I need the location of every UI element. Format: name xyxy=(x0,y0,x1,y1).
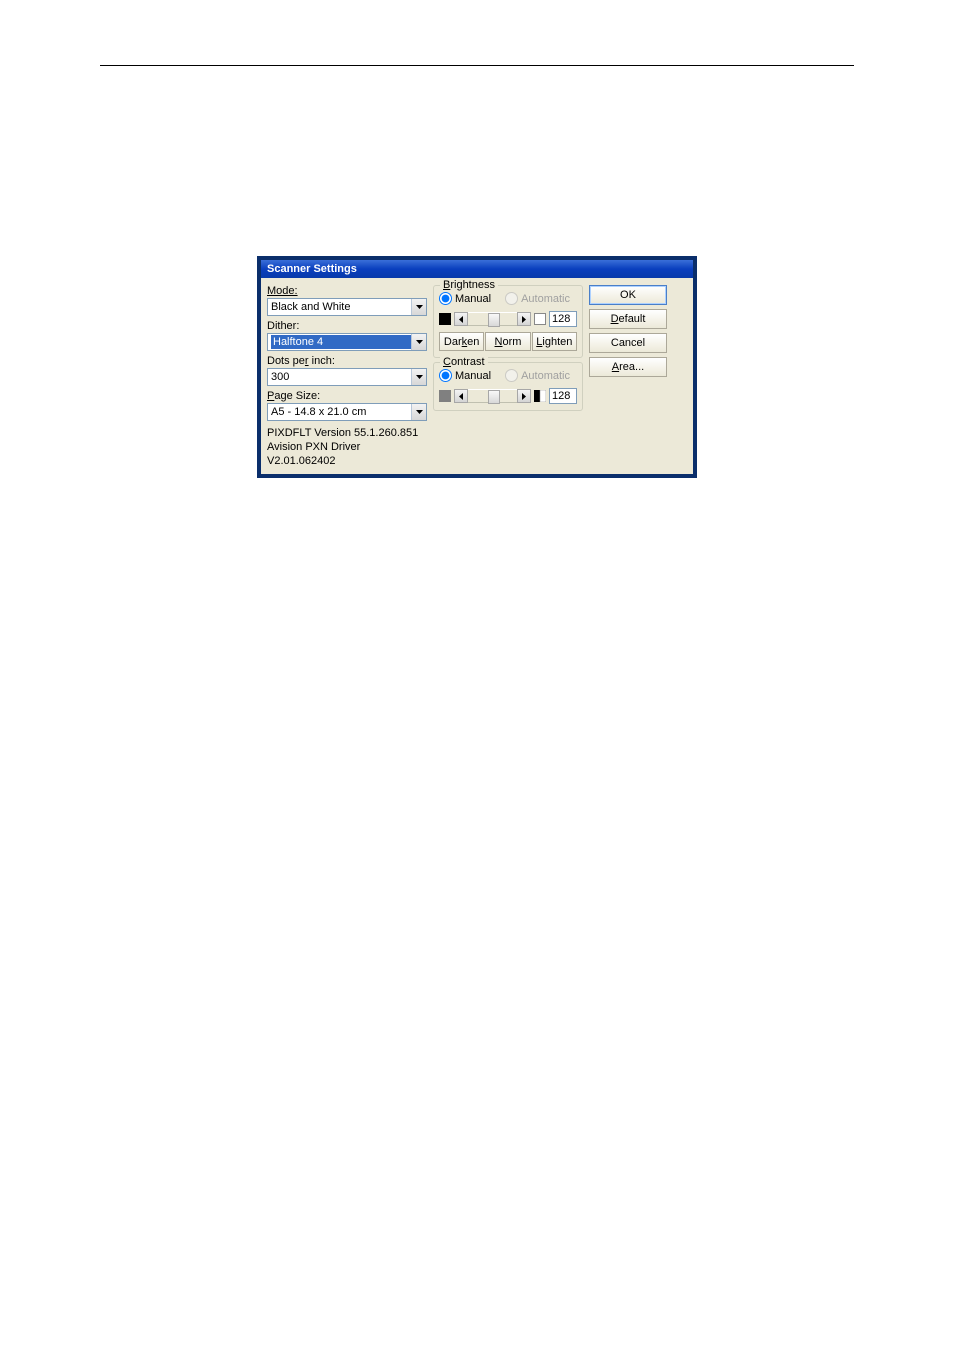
gray-swatch-icon xyxy=(439,390,451,402)
dialog-title: Scanner Settings xyxy=(261,260,693,278)
white-swatch-icon xyxy=(534,313,546,325)
ok-button[interactable]: OK xyxy=(589,285,667,305)
bw-swatch-icon xyxy=(534,390,546,402)
brightness-legend: Brightness xyxy=(440,279,498,291)
chevron-down-icon[interactable] xyxy=(411,334,426,350)
slider-thumb[interactable] xyxy=(488,390,500,404)
darken-button[interactable]: Darken xyxy=(439,332,484,351)
brightness-group: Brightness Manual Automatic 128 xyxy=(433,285,583,358)
brightness-manual-radio[interactable]: Manual xyxy=(439,292,491,305)
contrast-group: Contrast Manual Automatic 128 xyxy=(433,362,583,411)
contrast-slider-row: 128 xyxy=(439,388,577,404)
area-button[interactable]: Area... xyxy=(589,357,667,377)
slider-thumb[interactable] xyxy=(488,313,500,327)
brightness-slider-row: 128 xyxy=(439,311,577,327)
dpi-label: Dots per inch: xyxy=(267,355,427,367)
contrast-legend: Contrast xyxy=(440,356,488,368)
mode-combo[interactable]: Black and White xyxy=(267,298,427,316)
brightness-value[interactable]: 128 xyxy=(549,311,577,327)
brightness-slider[interactable] xyxy=(454,312,531,326)
page-size-label: Page Size: xyxy=(267,390,427,402)
contrast-automatic-radio: Automatic xyxy=(505,369,570,382)
dither-label: Dither: xyxy=(267,320,427,332)
version-text: PIXDFLT Version 55.1.260.851 Avision PXN… xyxy=(267,427,427,468)
scroll-right-icon[interactable] xyxy=(517,312,531,326)
contrast-slider[interactable] xyxy=(454,389,531,403)
dither-combo[interactable]: Halftone 4 xyxy=(267,333,427,351)
right-panel: OK Default Cancel Area... xyxy=(589,285,667,468)
lighten-button[interactable]: Lighten xyxy=(532,332,577,351)
middle-panel: Brightness Manual Automatic 128 xyxy=(433,285,583,468)
chevron-down-icon[interactable] xyxy=(411,299,426,315)
cancel-button[interactable]: Cancel xyxy=(589,333,667,353)
left-panel: Mode: Black and White Dither: Halftone 4… xyxy=(267,285,427,468)
scroll-left-icon[interactable] xyxy=(454,389,468,403)
brightness-automatic-radio: Automatic xyxy=(505,292,570,305)
dpi-combo[interactable]: 300 xyxy=(267,368,427,386)
scroll-left-icon[interactable] xyxy=(454,312,468,326)
default-button[interactable]: Default xyxy=(589,309,667,329)
scroll-right-icon[interactable] xyxy=(517,389,531,403)
norm-button[interactable]: Norm xyxy=(485,332,530,351)
chevron-down-icon[interactable] xyxy=(411,404,426,420)
contrast-value[interactable]: 128 xyxy=(549,388,577,404)
chevron-down-icon[interactable] xyxy=(411,369,426,385)
black-swatch-icon xyxy=(439,313,451,325)
mode-label: Mode: xyxy=(267,285,427,297)
page-size-combo[interactable]: A5 - 14.8 x 21.0 cm xyxy=(267,403,427,421)
contrast-manual-radio[interactable]: Manual xyxy=(439,369,491,382)
scanner-settings-dialog: Scanner Settings Mode: Black and White D… xyxy=(257,256,697,478)
